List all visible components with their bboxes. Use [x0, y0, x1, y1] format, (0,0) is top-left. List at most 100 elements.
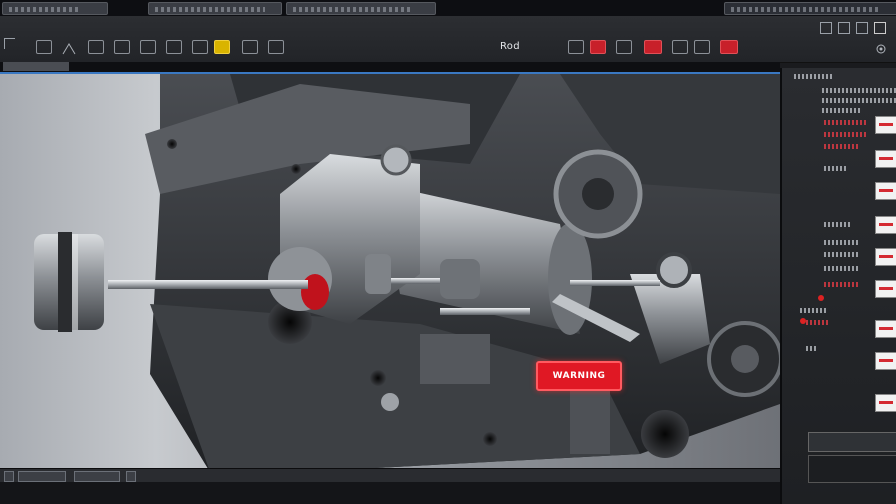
menu-icon[interactable]: [4, 38, 15, 49]
property-swatch[interactable]: [875, 394, 896, 412]
swatch-mark: [879, 287, 893, 290]
swatch-mark: [879, 255, 893, 258]
panel-row[interactable]: [822, 98, 896, 103]
link-rod: [440, 308, 530, 315]
taskbar-window-4[interactable]: [724, 2, 896, 15]
swatch-mark: [879, 327, 893, 330]
property-swatch[interactable]: [875, 352, 896, 370]
pivot-bolt: [380, 144, 412, 176]
sketch-tool-icon[interactable]: [166, 40, 182, 54]
property-swatch[interactable]: [875, 216, 896, 234]
gear-hub: [582, 178, 614, 210]
knob-highlight: [72, 234, 78, 330]
box-tool-icon[interactable]: [114, 40, 130, 54]
taskbar-window-label: [293, 7, 413, 12]
panel-input[interactable]: [808, 432, 896, 452]
error-dot-icon: [818, 295, 824, 301]
settings-icon[interactable]: [874, 40, 888, 54]
panel-row[interactable]: [824, 166, 848, 171]
taskbar-window-label: [9, 7, 79, 12]
view-tool-icon[interactable]: [568, 40, 584, 54]
taskbar-window-2[interactable]: [148, 2, 282, 15]
taskbar-window-label: [155, 7, 265, 12]
os-taskbar: [0, 0, 896, 16]
property-swatch[interactable]: [875, 280, 896, 298]
layer-tool-icon[interactable]: [140, 40, 156, 54]
mechanism-render: [34, 74, 780, 472]
mirror-tool-icon[interactable]: [242, 40, 258, 54]
bolt-hole: [370, 370, 386, 386]
panel-row[interactable]: [824, 120, 868, 125]
property-swatch[interactable]: [875, 248, 896, 266]
knob-groove: [58, 232, 72, 332]
record-tool-icon[interactable]: [644, 40, 662, 54]
3d-viewport[interactable]: WARNING: [0, 72, 780, 474]
panel-row[interactable]: [824, 132, 868, 137]
highlight-tool-icon[interactable]: [214, 40, 230, 54]
main-toolbar: Rod: [0, 16, 896, 63]
viewport-ruler: [0, 62, 780, 72]
panel-row[interactable]: [800, 308, 826, 313]
measure-tool-icon[interactable]: [62, 40, 76, 55]
swatch-mark: [879, 189, 893, 192]
select-tool-icon[interactable]: [36, 40, 52, 54]
pivot-block: [365, 254, 391, 294]
panel-row[interactable]: [824, 222, 852, 227]
swatch-mark: [879, 123, 893, 126]
panel-row[interactable]: [824, 144, 860, 149]
status-icon[interactable]: [4, 471, 14, 482]
angle-icon: [62, 43, 76, 55]
error-dot-icon: [800, 318, 806, 324]
warning-badge: WARNING: [536, 361, 622, 391]
taskbar-window-label: [731, 7, 881, 12]
bottom-strip: [0, 482, 896, 504]
arm-pivot: [656, 252, 692, 288]
panel-preview: [808, 455, 896, 483]
swatch-mark: [879, 359, 893, 362]
gear-icon: [876, 44, 886, 54]
bolt-head: [381, 393, 399, 411]
base-bore: [641, 410, 689, 458]
swatch-mark: [879, 401, 893, 404]
plate-hole: [291, 164, 301, 174]
panel-row[interactable]: [824, 252, 860, 257]
window-minimize-icon[interactable]: [820, 22, 832, 34]
stop-tool-icon[interactable]: [720, 40, 738, 54]
grid-tool-icon[interactable]: [88, 40, 104, 54]
panel-row[interactable]: [806, 320, 830, 325]
window-restore-icon[interactable]: [856, 22, 868, 34]
copy-tool-icon[interactable]: [694, 40, 710, 54]
status-field[interactable]: [74, 471, 120, 482]
panel-header: [794, 74, 834, 79]
document-title: Rod: [500, 41, 520, 52]
taskbar-window-3[interactable]: [286, 2, 436, 15]
status-icon[interactable]: [126, 471, 136, 482]
camera-tool-icon[interactable]: [672, 40, 688, 54]
property-swatch[interactable]: [875, 320, 896, 338]
property-swatch[interactable]: [875, 150, 896, 168]
property-swatch[interactable]: [875, 116, 896, 134]
swatch-mark: [879, 223, 893, 226]
panel-row[interactable]: [806, 346, 816, 351]
plate-hole: [167, 139, 177, 149]
status-field[interactable]: [18, 471, 66, 482]
part-tool-icon[interactable]: [192, 40, 208, 54]
lower-block: [420, 334, 490, 384]
panel-row[interactable]: [822, 108, 862, 113]
pattern-tool-icon[interactable]: [268, 40, 284, 54]
section-tool-icon[interactable]: [616, 40, 632, 54]
panel-row[interactable]: [822, 88, 896, 93]
taskbar-window-1[interactable]: [2, 2, 108, 15]
window-maximize-icon[interactable]: [838, 22, 850, 34]
viewport-tab[interactable]: [3, 62, 69, 71]
property-swatch[interactable]: [875, 182, 896, 200]
panel-row[interactable]: [824, 266, 860, 271]
window-close-icon[interactable]: [874, 22, 886, 34]
panel-row[interactable]: [824, 240, 860, 245]
alert-tool-icon[interactable]: [590, 40, 606, 54]
panel-row[interactable]: [824, 282, 860, 287]
bolt-hole: [483, 432, 497, 446]
side-wheel-hub: [731, 345, 759, 373]
swatch-mark: [879, 157, 893, 160]
main-rod: [108, 280, 308, 289]
